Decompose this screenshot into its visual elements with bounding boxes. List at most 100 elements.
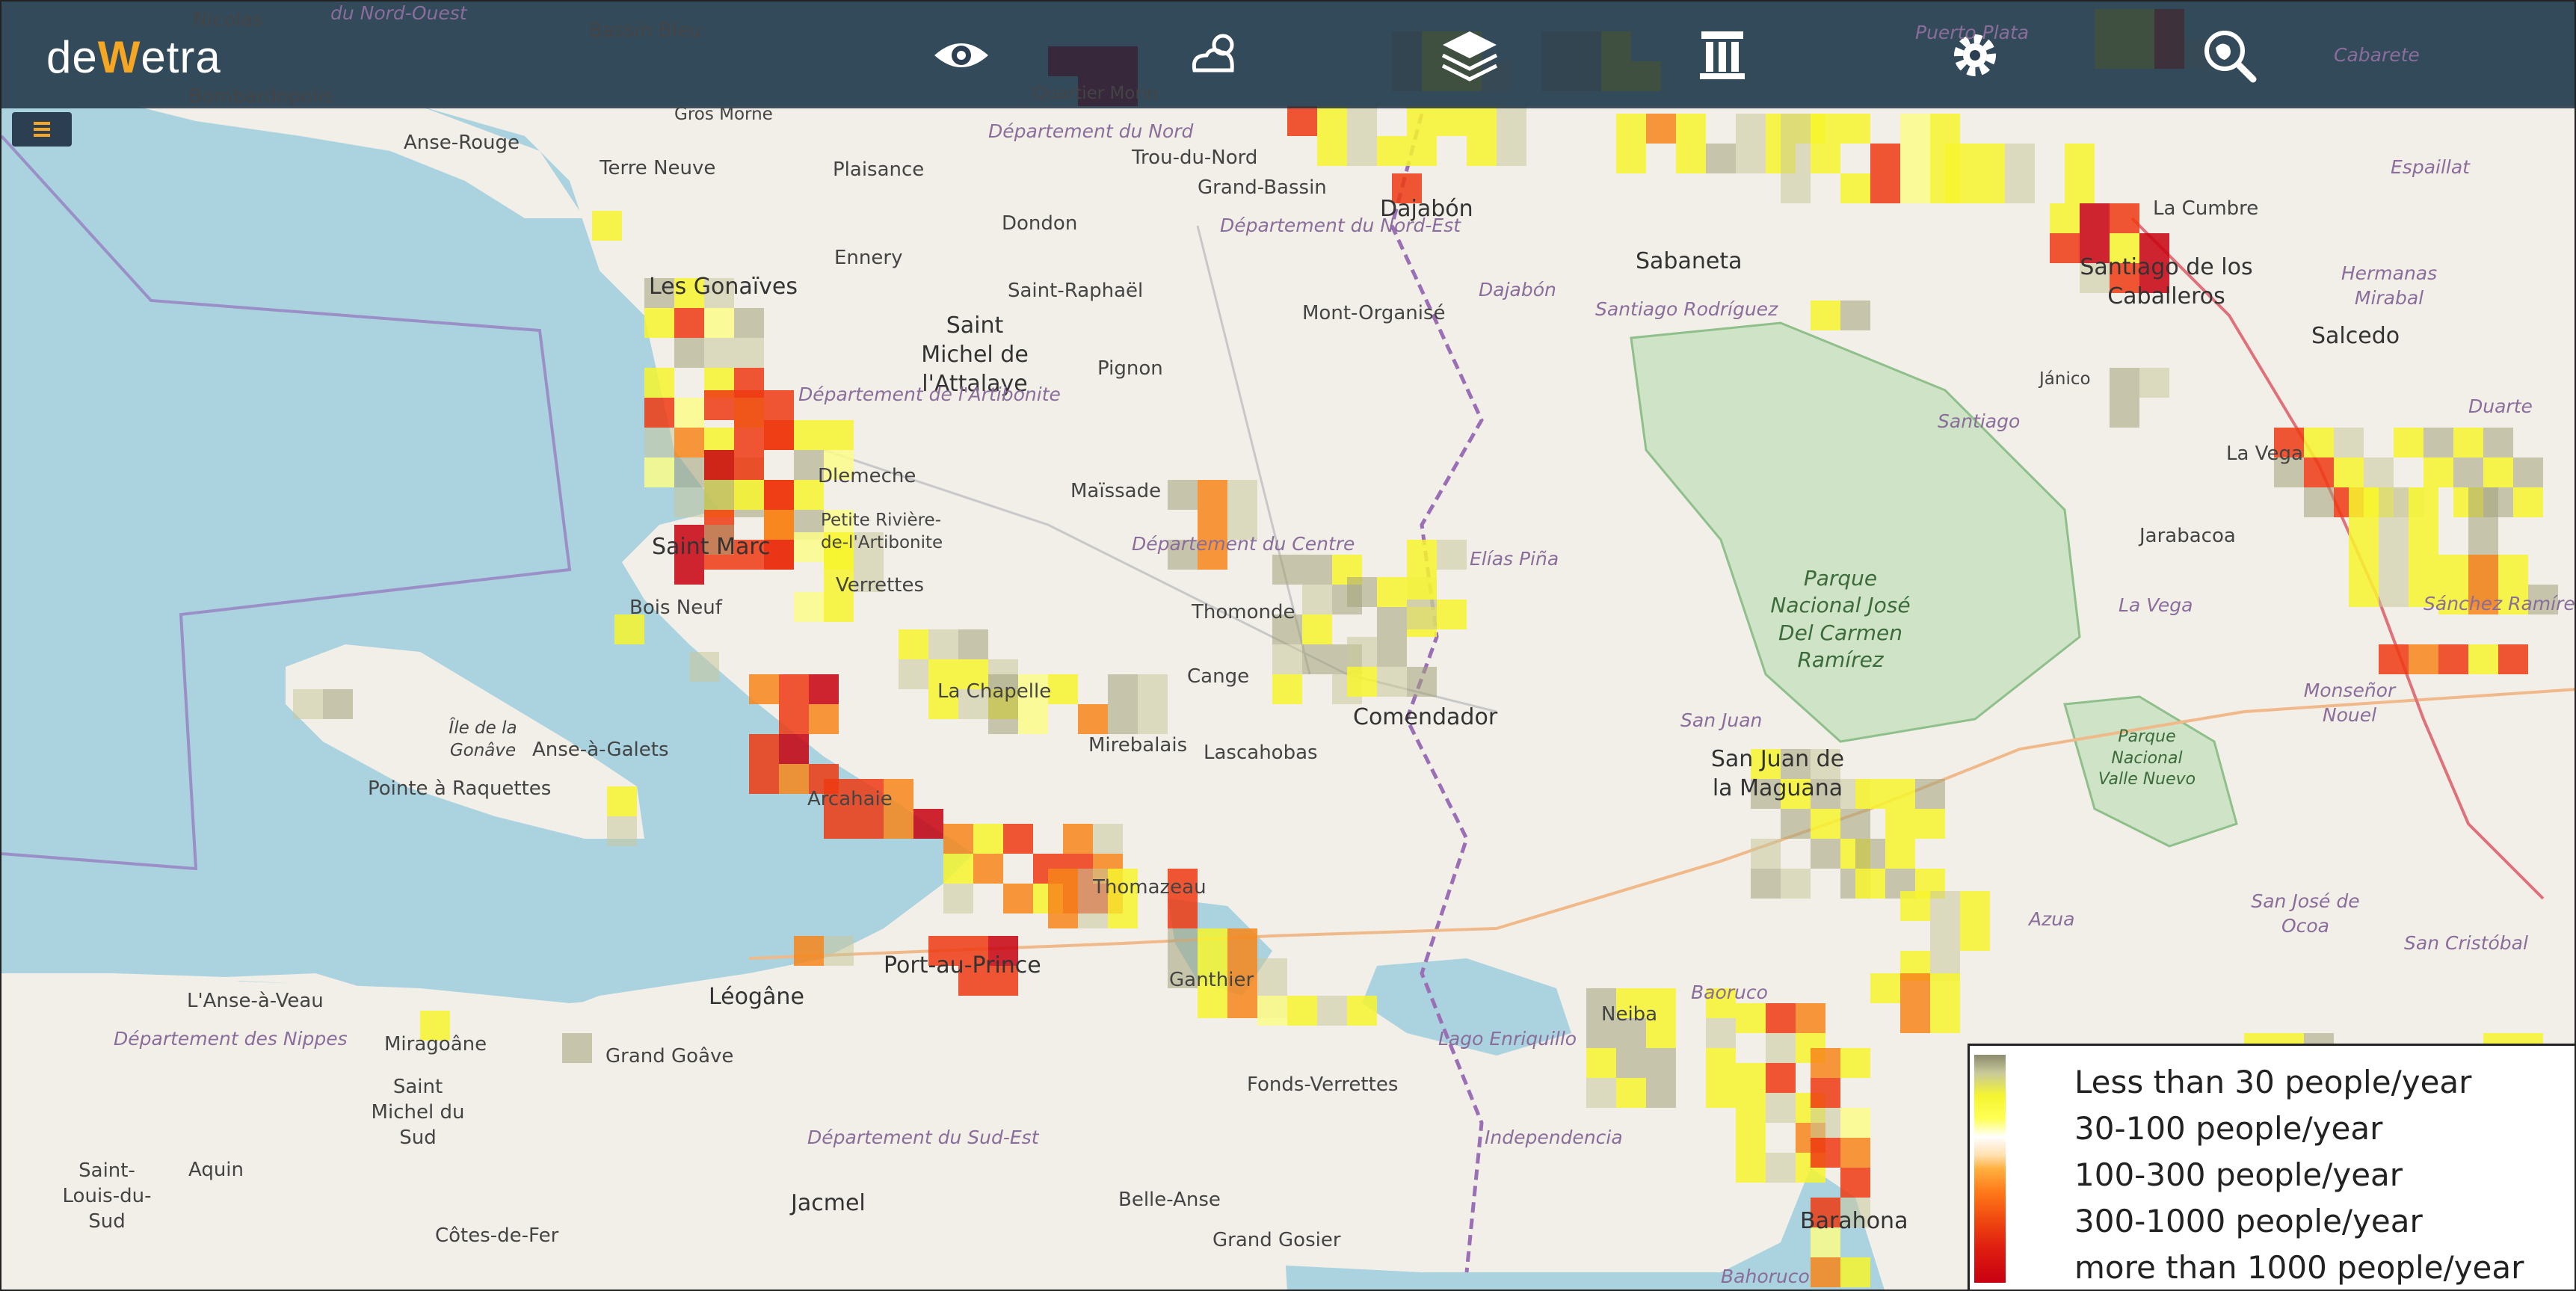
place-label: Grand Goâve <box>606 1045 734 1067</box>
risk-cell <box>1287 106 1317 136</box>
risk-cell <box>1811 1078 1840 1108</box>
park-label: Parque Nacional José Del Carmen Ramírez <box>1770 566 1911 673</box>
risk-cell <box>607 786 637 816</box>
risk-cell <box>1227 480 1257 510</box>
risk-cell <box>1377 607 1407 637</box>
risk-cell <box>1003 824 1033 854</box>
risk-cell <box>1198 480 1227 510</box>
risk-cell <box>323 689 353 719</box>
place-label: Neiba <box>1601 1003 1658 1026</box>
risk-cell <box>1003 884 1033 913</box>
risk-cell <box>644 457 674 487</box>
risk-cell <box>2349 547 2379 577</box>
weather-icon[interactable] <box>1184 25 1244 85</box>
risk-cell <box>943 884 973 913</box>
department-label: Département des Nippes <box>114 1028 348 1050</box>
place-label: Ganthier <box>1169 969 1254 991</box>
risk-cell <box>1870 973 1900 1003</box>
place-label: Maïssade <box>1070 480 1162 502</box>
risk-cell <box>1093 824 1123 854</box>
risk-cell <box>674 308 704 338</box>
risk-cell <box>1272 555 1302 585</box>
place-label: Terre Neuve <box>600 157 716 179</box>
place-label: Lascahobas <box>1204 742 1318 764</box>
place-label: Anse-à-Galets <box>532 739 669 761</box>
place-label: Gros Morne <box>674 105 773 124</box>
place-label: Santiago de los Caballeros <box>2080 254 2253 309</box>
risk-cell <box>1706 1048 1736 1078</box>
risk-cell <box>1407 600 1437 629</box>
risk-cell <box>1811 1257 1840 1287</box>
risk-cell <box>749 734 779 764</box>
risk-cell <box>1168 899 1198 928</box>
place-label: Independencia <box>1485 1127 1623 1148</box>
risk-cell <box>1676 114 1706 144</box>
globe-search-icon[interactable] <box>2199 25 2259 85</box>
place-label: Pignon <box>1097 357 1163 380</box>
place-label: Cabarete <box>2334 44 2420 66</box>
column-icon[interactable] <box>1692 25 1752 85</box>
risk-cell <box>1811 144 1840 173</box>
risk-cell <box>1930 973 1960 1003</box>
risk-cell <box>2424 457 2453 487</box>
risk-cell <box>1467 106 1497 136</box>
risk-cell <box>899 629 928 659</box>
risk-cell <box>1885 779 1915 809</box>
risk-cell <box>1048 869 1078 899</box>
place-label: Ennery <box>834 247 903 269</box>
place-label: Pointe à Raquettes <box>368 777 552 800</box>
risk-cell <box>1347 106 1377 136</box>
risk-cell <box>1302 644 1332 674</box>
risk-cell <box>1198 928 1227 958</box>
risk-cell <box>1048 899 1078 928</box>
eye-icon[interactable] <box>931 25 991 85</box>
risk-cell <box>1272 644 1302 674</box>
risk-cell <box>2334 457 2364 487</box>
place-label: Jánico <box>2039 369 2091 389</box>
risk-cell <box>764 420 794 450</box>
risk-cell <box>2498 644 2528 674</box>
risk-cell <box>1138 704 1168 734</box>
risk-cell <box>1885 809 1915 839</box>
logo-prefix: de <box>46 32 98 82</box>
risk-cell <box>1960 891 1990 921</box>
risk-cell <box>2065 173 2095 203</box>
risk-cell <box>1317 996 1347 1026</box>
risk-cell <box>1198 988 1227 1018</box>
risk-cell <box>1811 809 1840 839</box>
risk-cell <box>2498 555 2528 585</box>
risk-cell <box>1437 106 1467 136</box>
risk-cell <box>1811 301 1840 330</box>
risk-cell <box>1646 114 1676 144</box>
risk-cell <box>1497 136 1526 166</box>
risk-cell <box>1930 1003 1960 1033</box>
risk-cell <box>794 592 824 622</box>
risk-cell <box>2409 547 2438 577</box>
risk-cell <box>2424 428 2453 457</box>
risk-cell <box>2453 457 2483 487</box>
risk-cell <box>749 764 779 794</box>
risk-cell <box>1915 779 1945 809</box>
risk-cell <box>1840 1048 1870 1078</box>
place-label: Saint-Louis-du-Sud <box>62 1159 152 1233</box>
legend-item: 30-100 people/year <box>2074 1110 2383 1147</box>
risk-cell <box>1407 570 1437 600</box>
risk-cell <box>1646 1048 1676 1078</box>
place-label: Île de la Gonâve <box>449 718 517 760</box>
place-label: Grand Gosier <box>1212 1229 1341 1251</box>
place-label: Mont-Organisé <box>1302 302 1446 324</box>
risk-cell <box>1811 1108 1840 1138</box>
risk-cell <box>1108 704 1138 734</box>
risk-cell <box>1766 1093 1796 1123</box>
layers-icon[interactable] <box>1440 25 1500 85</box>
risk-cell <box>734 480 764 510</box>
department-label: Département du Nord <box>988 120 1194 142</box>
place-label: Les Gonaïves <box>649 274 798 300</box>
menu-button[interactable] <box>12 112 72 147</box>
risk-cell <box>1736 114 1766 144</box>
risk-cell <box>2110 398 2139 428</box>
department-label: Département du Sud-Est <box>807 1127 1039 1148</box>
risk-cell <box>1811 114 1840 144</box>
risk-cell <box>1377 637 1407 667</box>
risk-cell <box>1870 173 1900 203</box>
